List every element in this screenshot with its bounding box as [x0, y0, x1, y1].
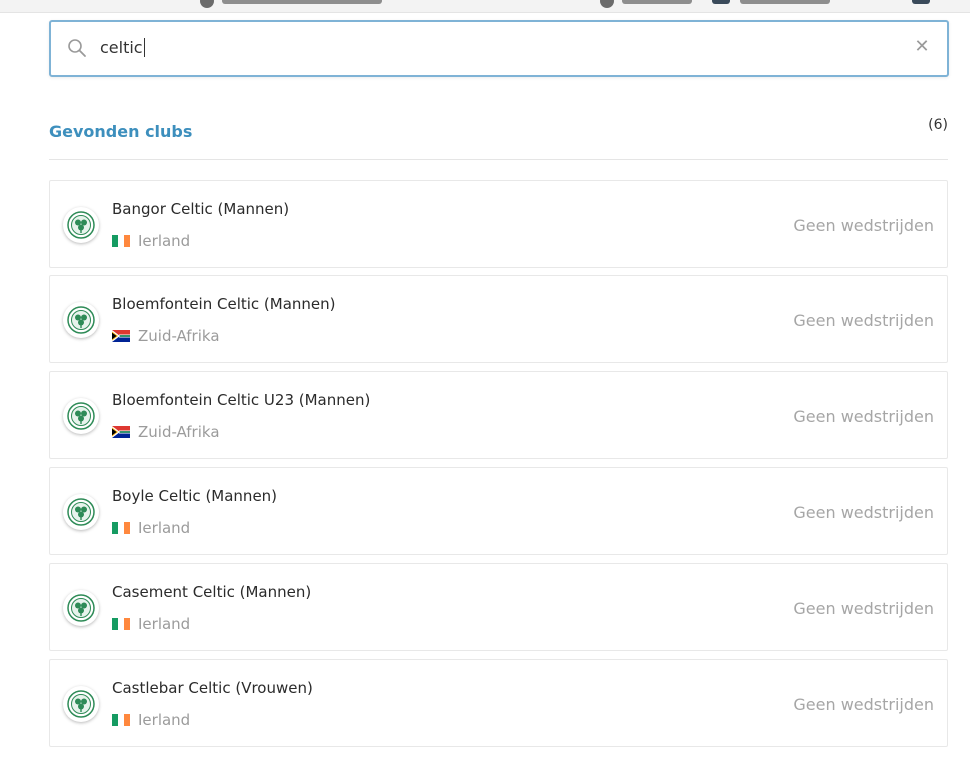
club-country-label: Ierland [138, 519, 191, 537]
club-crest-icon [63, 302, 99, 338]
club-country-label: Zuid-Afrika [138, 327, 220, 345]
bookmark-item[interactable] [912, 0, 930, 4]
club-list: Bangor Celtic (Mannen) Ierland Geen wedstr… [49, 180, 948, 755]
divider [49, 159, 948, 160]
club-crest-icon [63, 590, 99, 626]
browser-bookmark-strip [0, 0, 970, 13]
club-name[interactable]: Bloemfontein Celtic (Mannen) [112, 295, 336, 313]
club-country: Ierland [112, 519, 190, 537]
club-row[interactable]: Casement Celtic (Mannen) Ierland Geen weds… [49, 563, 948, 651]
club-row[interactable]: Bangor Celtic (Mannen) Ierland Geen wedstr… [49, 180, 948, 268]
club-status: Geen wedstrijden [793, 311, 934, 330]
club-country: Ierland [112, 232, 190, 250]
club-name[interactable]: Castlebar Celtic (Vrouwen) [112, 679, 313, 697]
club-crest-icon [63, 207, 99, 243]
club-country-label: Ierland [138, 711, 191, 729]
club-name[interactable]: Bloemfontein Celtic U23 (Mannen) [112, 391, 370, 409]
club-name[interactable]: Boyle Celtic (Mannen) [112, 487, 277, 505]
ireland-flag-icon [112, 618, 130, 630]
club-crest-icon [63, 398, 99, 434]
south-africa-flag-icon [112, 330, 130, 342]
bookmark-icon[interactable] [600, 0, 614, 8]
bookmark-item[interactable] [222, 0, 382, 4]
club-country: Ierland [112, 615, 190, 633]
search-input[interactable]: celtic [100, 37, 145, 59]
results-count: (6) [928, 117, 948, 133]
ireland-flag-icon [112, 235, 130, 247]
club-name[interactable]: Casement Celtic (Mannen) [112, 583, 311, 601]
club-crest-icon [63, 494, 99, 530]
bookmark-icon[interactable] [200, 0, 214, 8]
club-country-label: Ierland [138, 232, 191, 250]
results-heading: Gevonden clubs [49, 122, 193, 141]
club-country-label: Ierland [138, 615, 191, 633]
club-row[interactable]: Castlebar Celtic (Vrouwen) Ierland Geen we… [49, 659, 948, 747]
search-input-value: celtic [100, 38, 143, 57]
bookmark-item[interactable] [740, 0, 830, 4]
ireland-flag-icon [112, 714, 130, 726]
club-country: Ierland [112, 711, 190, 729]
search-icon [67, 38, 87, 58]
ireland-flag-icon [112, 522, 130, 534]
club-row[interactable]: Bloemfontein Celtic U23 (Mannen) Zuid-Afr… [49, 371, 948, 459]
club-status: Geen wedstrijden [793, 407, 934, 426]
bookmark-item[interactable] [712, 0, 730, 4]
club-status: Geen wedstrijden [793, 216, 934, 235]
club-country-label: Zuid-Afrika [138, 423, 220, 441]
close-icon[interactable]: ✕ [911, 36, 933, 58]
club-status: Geen wedstrijden [793, 599, 934, 618]
club-status: Geen wedstrijden [793, 695, 934, 714]
south-africa-flag-icon [112, 426, 130, 438]
club-country: Zuid-Afrika [112, 423, 220, 441]
text-caret [143, 38, 145, 57]
club-name[interactable]: Bangor Celtic (Mannen) [112, 200, 289, 218]
club-crest-icon [63, 686, 99, 722]
club-status: Geen wedstrijden [793, 503, 934, 522]
search-box[interactable]: celtic ✕ [49, 20, 949, 77]
bookmark-item[interactable] [622, 0, 692, 4]
club-country: Zuid-Afrika [112, 327, 220, 345]
club-row[interactable]: Bloemfontein Celtic (Mannen) Zuid-Afrika G… [49, 275, 948, 363]
club-row[interactable]: Boyle Celtic (Mannen) Ierland Geen wedstri… [49, 467, 948, 555]
